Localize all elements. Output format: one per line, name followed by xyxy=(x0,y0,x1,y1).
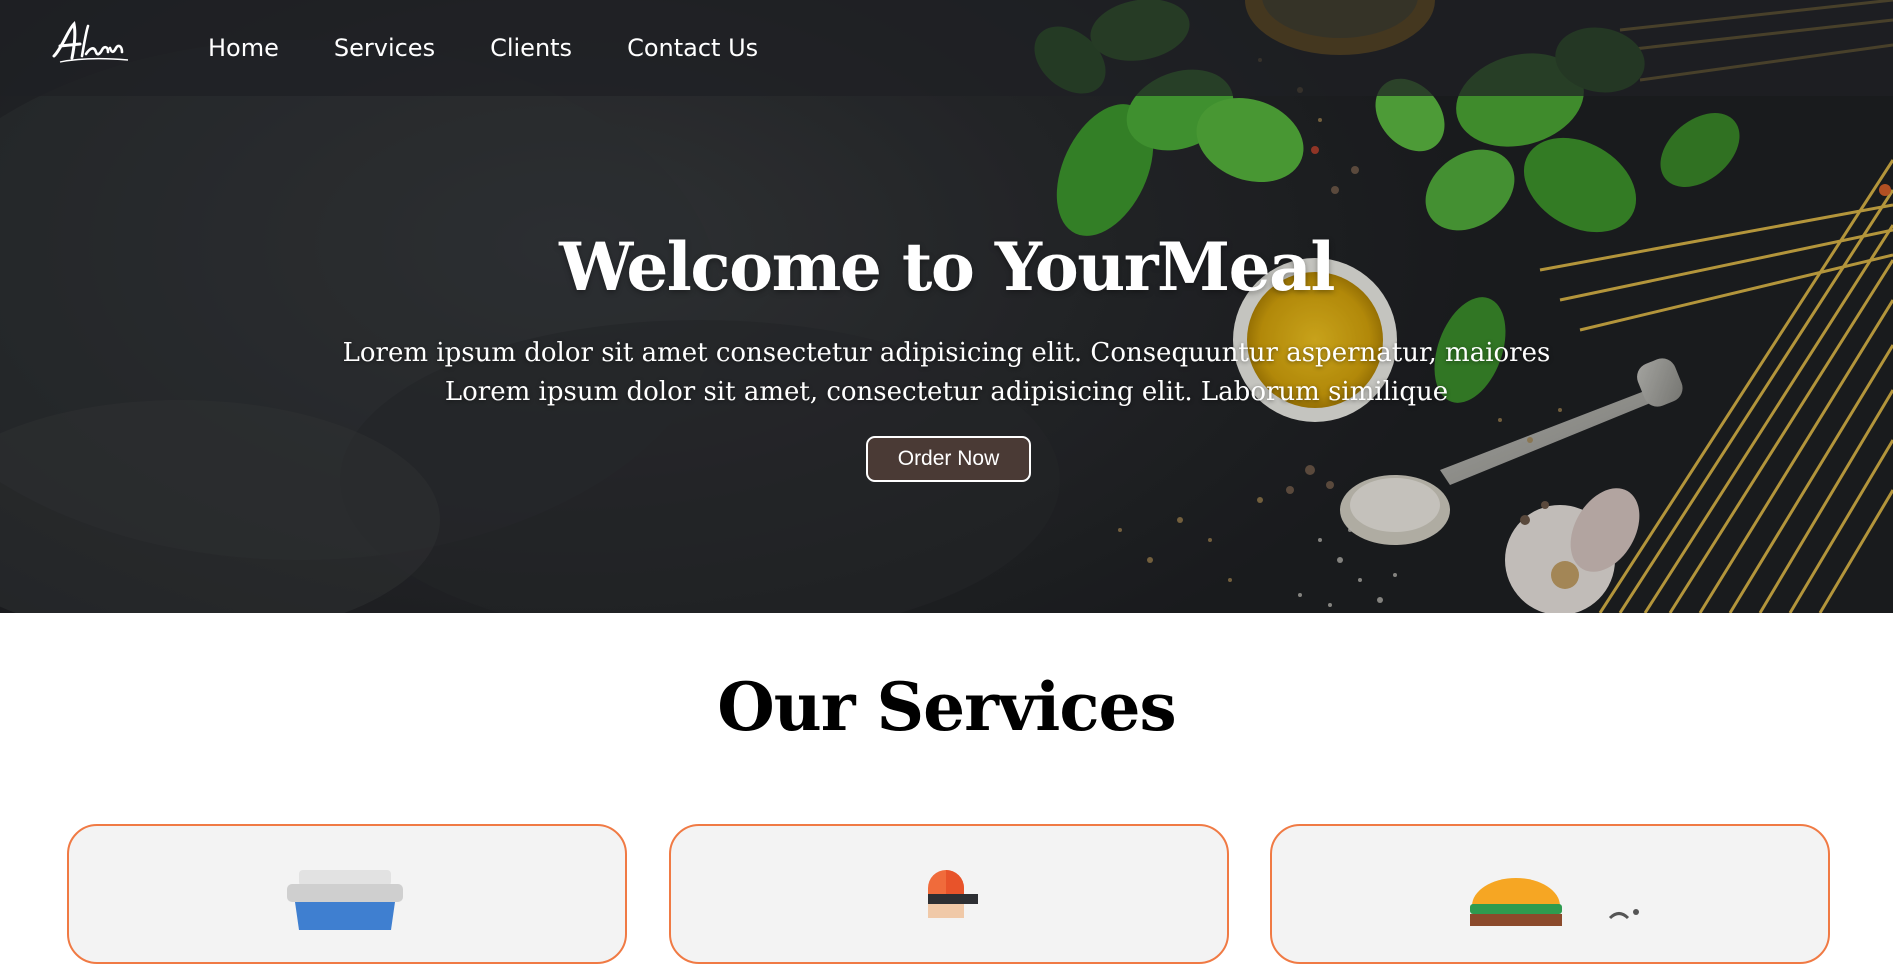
brand-logo[interactable] xyxy=(50,18,132,68)
hero-subtitle: Lorem ipsum dolor sit amet consectetur a… xyxy=(0,334,1893,412)
nav-item-services[interactable]: Services xyxy=(334,34,435,62)
hero-title: Welcome to YourMeal xyxy=(559,228,1335,306)
ice-cream-icon xyxy=(928,870,978,918)
service-card-1[interactable] xyxy=(67,824,627,964)
nav-item-contact-us[interactable]: Contact Us xyxy=(627,34,758,62)
burger-icon xyxy=(1470,878,1639,926)
service-card-3[interactable] xyxy=(1270,824,1830,964)
alan-logo-icon xyxy=(52,20,129,63)
nav-item-home[interactable]: Home xyxy=(208,34,279,62)
hero-subtitle-line-1: Lorem ipsum dolor sit amet consectetur a… xyxy=(342,338,1551,368)
hero-subtitle-line-2: Lorem ipsum dolor sit amet, consectetur … xyxy=(444,377,1449,407)
services-title: Our Services xyxy=(717,668,1176,746)
nav-links: Home Services Clients Contact Us xyxy=(208,0,758,96)
service-card-2[interactable] xyxy=(669,824,1229,964)
order-now-button[interactable]: Order Now xyxy=(866,436,1031,482)
nav-item-clients[interactable]: Clients xyxy=(490,34,572,62)
navbar: Home Services Clients Contact Us xyxy=(0,0,1893,96)
coffee-cup-icon xyxy=(287,870,403,930)
